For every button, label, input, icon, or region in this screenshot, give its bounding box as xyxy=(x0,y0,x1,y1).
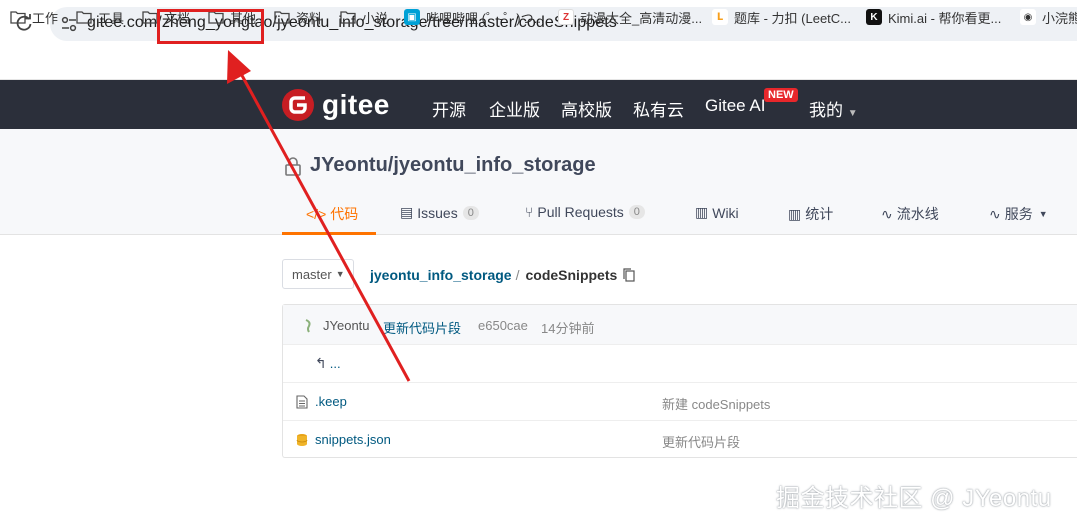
bookmark-label: 题库 - 力扣 (LeetC... xyxy=(734,10,852,26)
commit-time: 14分钟前 xyxy=(541,321,595,336)
tab-issues[interactable]: ▤ Issues 0 xyxy=(400,204,479,221)
bookmark-folder-tools[interactable]: 工具 xyxy=(76,8,124,26)
gitee-logo-text: gitee xyxy=(322,89,390,120)
bookmark-bilibili[interactable]: ▣ 哔哩哔哩 (゜-゜)つ... xyxy=(404,8,544,26)
parent-dir-link[interactable]: ↰ ... xyxy=(315,355,341,372)
bookmark-label: 小说 xyxy=(362,10,389,26)
lock-icon xyxy=(285,157,301,176)
nav-education[interactable]: 高校版 xyxy=(561,96,612,121)
gitee-logo-icon xyxy=(282,89,314,121)
pull-request-icon: ⑂ xyxy=(525,204,534,220)
raccoon-icon: ◉ xyxy=(1020,9,1036,25)
repo-title[interactable]: JYeontu/jyeontu_info_storage xyxy=(310,154,596,177)
branch-select[interactable]: master ▼ xyxy=(282,259,354,289)
tab-label: 代码 xyxy=(330,206,359,222)
annotation-highlight-box xyxy=(157,9,264,44)
folder-icon xyxy=(10,11,26,24)
nav-enterprise[interactable]: 企业版 xyxy=(489,96,540,121)
tab-pipeline[interactable]: ∿ 流水线 xyxy=(881,204,939,224)
service-icon: ∿ xyxy=(989,205,1001,222)
issues-count: 0 xyxy=(462,205,479,220)
json-file-icon xyxy=(296,434,308,446)
tab-stats[interactable]: ▥ 统计 xyxy=(788,204,833,224)
bookmark-raccoon[interactable]: ◉ 小浣熊 xyxy=(1020,8,1077,26)
pipeline-icon: ∿ xyxy=(881,205,893,222)
tab-wiki[interactable]: ▥ Wiki xyxy=(695,204,739,221)
commit-author[interactable]: JYeontu xyxy=(323,318,370,333)
latest-commit-row: JYeontu 更新代码片段 e650cae 14分钟前 xyxy=(283,305,1077,345)
watermark: 掘金技术社区 @ JYeontu xyxy=(776,485,1052,512)
back-arrow-icon: ↰ xyxy=(315,355,327,371)
tab-label: 统计 xyxy=(805,206,834,222)
bookmark-folder-novels[interactable]: 小说 xyxy=(340,8,388,26)
kimi-icon: K xyxy=(866,9,882,25)
stats-icon: ▥ xyxy=(788,205,802,222)
nav-gitee-ai[interactable]: Gitee AI xyxy=(705,96,765,116)
bookmark-label: Kimi.ai - 帮你看更... xyxy=(888,10,1002,26)
nav-mine[interactable]: 我的 ▼ xyxy=(809,96,858,121)
bookmarks-bar xyxy=(0,46,1077,80)
chevron-down-icon: ▼ xyxy=(335,269,345,279)
chevron-down-icon: ▼ xyxy=(847,108,858,119)
table-row[interactable]: .keep 新建 codeSnippets xyxy=(283,383,1077,421)
code-icon: </> xyxy=(306,206,327,222)
folder-icon xyxy=(274,11,290,24)
folder-icon xyxy=(142,11,158,24)
bookmark-leetcode[interactable]: ᒪ 题库 - 力扣 (LeetC... xyxy=(712,8,851,26)
tab-label: Wiki xyxy=(712,204,739,221)
bookmark-label: 工作 xyxy=(32,10,59,26)
breadcrumb-current: codeSnippets xyxy=(525,267,618,283)
file-commit-message[interactable]: 新建 codeSnippets xyxy=(662,394,770,413)
nav-private-cloud[interactable]: 私有云 xyxy=(633,96,684,121)
pull-requests-count: 0 xyxy=(628,205,645,219)
tab-code[interactable]: </> 代码 xyxy=(306,204,358,224)
table-row[interactable]: snippets.json 更新代码片段 xyxy=(283,421,1077,459)
bilibili-icon: ▣ xyxy=(404,9,420,25)
avatar[interactable] xyxy=(303,319,313,333)
tab-label: Pull Requests xyxy=(537,204,624,220)
file-name-link[interactable]: .keep xyxy=(315,394,347,409)
tab-service[interactable]: ∿ 服务 ▼ xyxy=(989,204,1048,224)
branch-name: master xyxy=(292,266,332,282)
copy-icon[interactable] xyxy=(623,268,635,282)
leetcode-icon: ᒪ xyxy=(712,9,728,25)
nav-mine-label: 我的 xyxy=(809,101,843,120)
bookmark-label: 工具 xyxy=(98,10,125,26)
breadcrumb-separator: / xyxy=(515,267,520,283)
anime-site-icon: Z xyxy=(558,9,574,25)
tab-label: 服务 xyxy=(1004,206,1033,222)
breadcrumb: jyeontu_info_storage / codeSnippets xyxy=(370,267,635,283)
file-table: JYeontu 更新代码片段 e650cae 14分钟前 ↰ ... .keep… xyxy=(282,304,1077,458)
tab-label: 流水线 xyxy=(896,206,939,222)
folder-icon xyxy=(76,11,92,24)
chevron-down-icon: ▼ xyxy=(1038,209,1048,219)
folder-icon xyxy=(340,11,356,24)
bookmark-label: 动漫大全_高清动漫... xyxy=(580,10,703,26)
issues-icon: ▤ xyxy=(400,204,414,220)
nav-opensource[interactable]: 开源 xyxy=(432,96,466,121)
breadcrumb-repo-link[interactable]: jyeontu_info_storage xyxy=(370,267,512,283)
file-name-link[interactable]: snippets.json xyxy=(315,432,391,447)
bookmark-folder-work[interactable]: 工作 xyxy=(10,8,58,26)
file-icon xyxy=(296,395,308,409)
bookmark-label: 哔哩哔哩 (゜-゜)つ... xyxy=(426,10,545,26)
gitee-logo[interactable]: gitee xyxy=(282,89,390,121)
tab-pull-requests[interactable]: ⑂ Pull Requests 0 xyxy=(525,204,645,220)
bookmark-folder-materials[interactable]: 资料 xyxy=(274,8,322,26)
bookmark-label: 小浣熊 xyxy=(1042,10,1077,26)
active-tab-indicator xyxy=(282,232,376,235)
bookmark-label: 资料 xyxy=(296,10,323,26)
tab-label: Issues xyxy=(417,204,458,221)
bookmark-anime[interactable]: Z 动漫大全_高清动漫... xyxy=(558,8,702,26)
parent-dir-label: ... xyxy=(329,356,341,371)
parent-dir-row[interactable]: ↰ ... xyxy=(283,345,1077,383)
file-commit-message[interactable]: 更新代码片段 xyxy=(662,432,740,451)
wiki-icon: ▥ xyxy=(695,204,709,220)
commit-hash[interactable]: e650cae xyxy=(478,318,528,333)
bookmark-kimi[interactable]: K Kimi.ai - 帮你看更... xyxy=(866,8,1001,26)
commit-message[interactable]: 更新代码片段 xyxy=(383,318,461,337)
new-badge: NEW xyxy=(764,88,798,102)
